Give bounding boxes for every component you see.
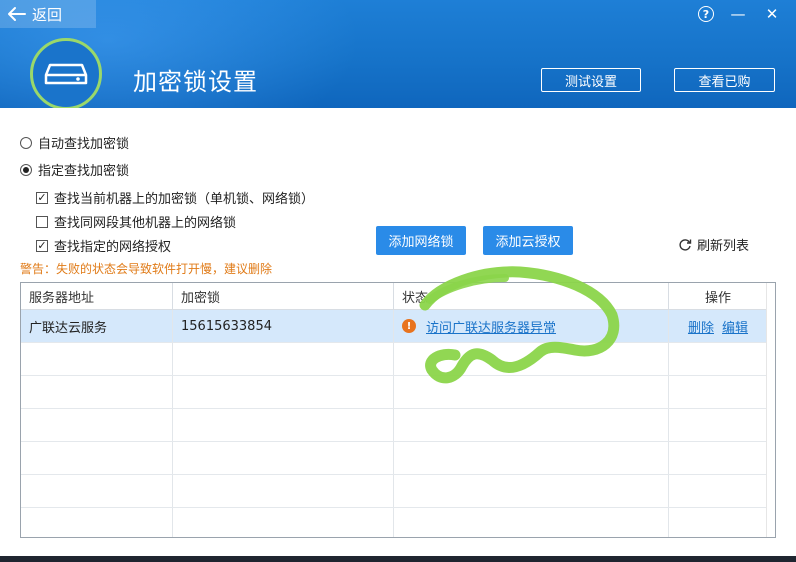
lock-server-table: 服务器地址 加密锁 状态 操作 广联达云服务 15615633854 ! 访问广… [20,282,776,538]
warning-icon: ! [402,319,416,333]
table-row-empty [21,508,768,537]
add-cloud-auth-button[interactable]: 添加云授权 [483,226,573,255]
table-row-empty [21,376,768,409]
usb-lock-icon [44,63,88,85]
arrow-left-icon [8,7,26,21]
warning-text: 警告：失败的状态会导致软件打开慢，建议删除 [20,262,273,276]
check-specified-network[interactable]: ✓ 查找指定的网络授权 [36,236,171,255]
check-specified-network-box[interactable]: ✓ [36,239,48,252]
refresh-list-label: 刷新列表 [697,239,750,254]
table-row[interactable]: 广联达云服务 15615633854 ! 访问广联达服务器异常 删除 编辑 [21,310,768,343]
table-scrollbar[interactable] [766,283,775,537]
table-header: 服务器地址 加密锁 状态 操作 [21,283,768,310]
radio-specify-find-label: 指定查找加密锁 [38,164,130,179]
radio-auto-find-label: 自动查找加密锁 [38,137,130,152]
table-row-empty [21,475,768,508]
check-local-machine-box[interactable]: ✓ [36,191,48,204]
header-status: 状态 [394,283,669,309]
header-lock: 加密锁 [173,283,394,309]
radio-specify-find[interactable]: 指定查找加密锁 [20,160,129,179]
cell-actions: 删除 编辑 [669,310,768,342]
help-icon[interactable]: ? [698,6,714,22]
status-error-link[interactable]: 访问广联达服务器异常 [426,317,556,336]
check-same-subnet[interactable]: 查找同网段其他机器上的网络锁 [36,212,236,231]
radio-auto-find[interactable]: 自动查找加密锁 [20,133,129,152]
check-same-subnet-box[interactable] [36,215,48,228]
table-row-empty [21,442,768,475]
minimize-icon[interactable]: — [728,4,748,24]
close-icon[interactable]: ✕ [762,4,782,24]
edit-link[interactable]: 编辑 [722,317,748,336]
delete-link[interactable]: 删除 [688,317,714,336]
back-button[interactable]: 返回 [0,0,96,28]
add-network-lock-button[interactable]: 添加网络锁 [376,226,466,255]
refresh-icon [679,238,692,251]
cell-status: ! 访问广联达服务器异常 [394,310,669,342]
table-row-empty [21,409,768,442]
cell-lock: 15615633854 [173,310,394,342]
refresh-list-button[interactable]: 刷新列表 [678,235,749,254]
header-bar: 返回 ? — ✕ 加密锁设置 测试设置 查看已购 [0,0,796,108]
check-local-machine-label: 查找当前机器上的加密锁（单机锁、网络锁） [54,192,315,207]
page-title: 加密锁设置 [133,68,258,96]
view-purchased-button[interactable]: 查看已购 [674,68,775,92]
test-settings-button[interactable]: 测试设置 [541,68,641,92]
lock-settings-window: 返回 ? — ✕ 加密锁设置 测试设置 查看已购 自动查找加密锁 指定查找加密锁… [0,0,796,556]
radio-specify-find-indicator[interactable] [20,163,32,176]
table-row-empty [21,343,768,376]
check-same-subnet-label: 查找同网段其他机器上的网络锁 [54,216,237,231]
cell-server: 广联达云服务 [21,310,173,342]
header-actions: 操作 [669,283,768,309]
back-label: 返回 [32,5,63,24]
radio-auto-find-indicator[interactable] [20,136,32,149]
check-local-machine[interactable]: ✓ 查找当前机器上的加密锁（单机锁、网络锁） [36,188,314,207]
window-controls: ? — ✕ [698,4,782,24]
check-specified-network-label: 查找指定的网络授权 [54,240,172,255]
lock-device-logo [30,38,102,108]
header-server-address: 服务器地址 [21,283,173,309]
